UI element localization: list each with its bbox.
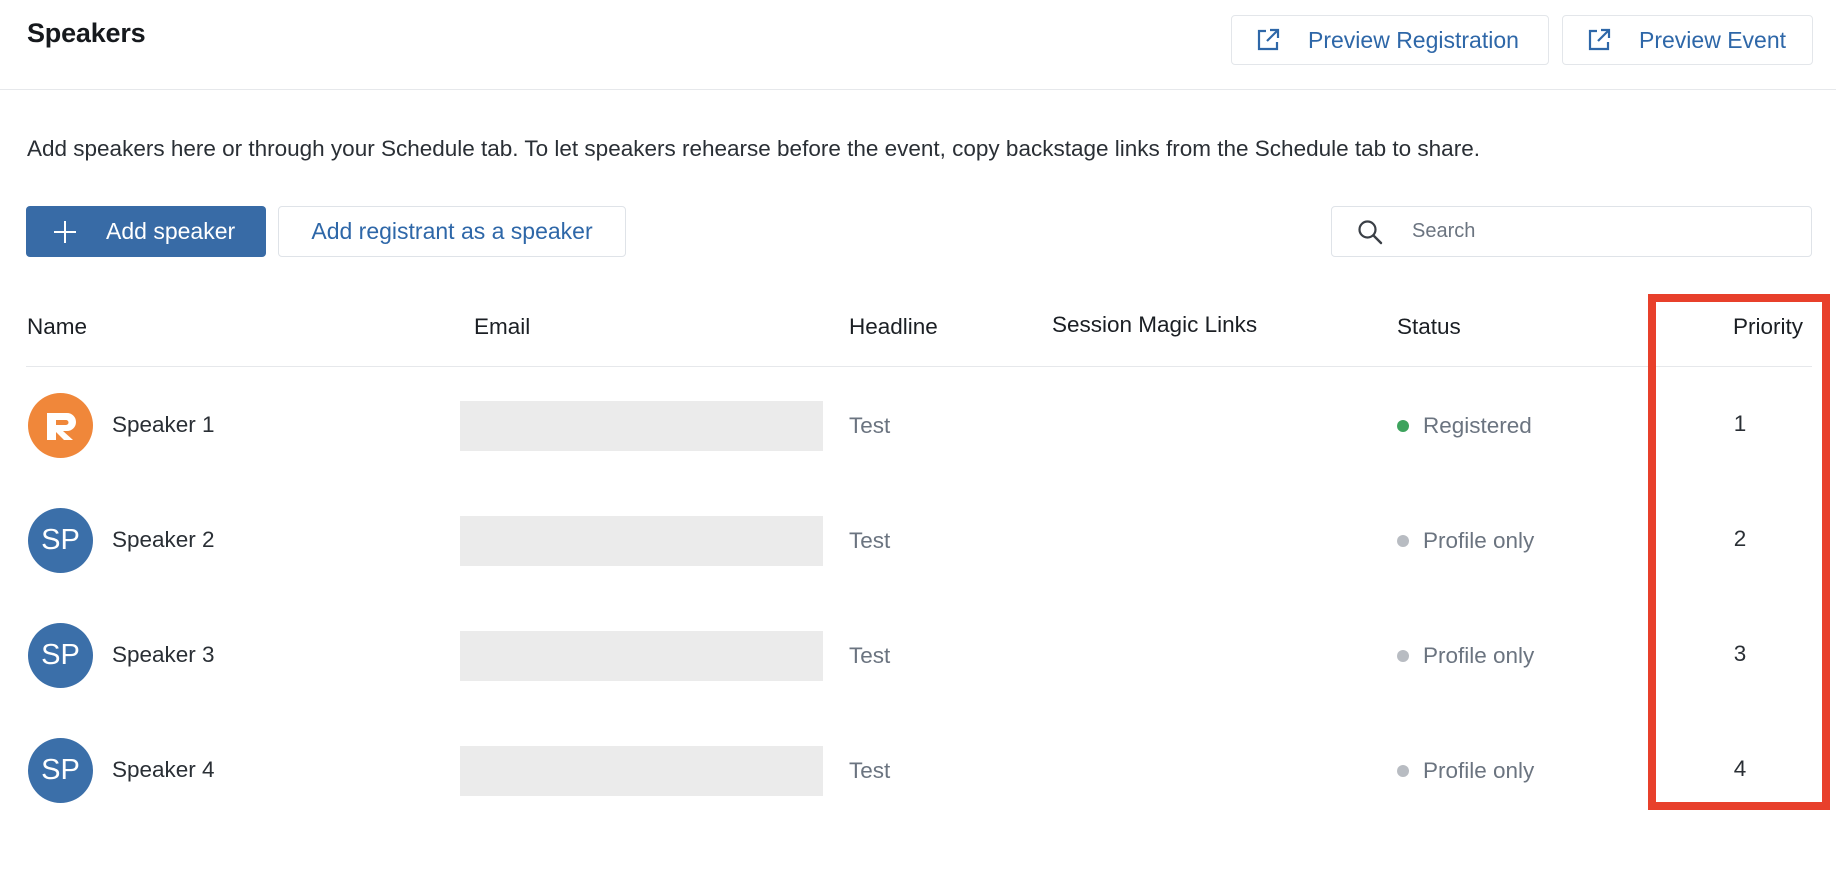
speaker-headline: Test (849, 758, 891, 783)
add-speaker-button[interactable]: Add speaker (26, 206, 266, 257)
avatar: SP (28, 738, 93, 803)
add-registrant-as-speaker-button[interactable]: Add registrant as a speaker (278, 206, 626, 257)
status-dot-icon (1397, 650, 1409, 662)
table-row[interactable]: Speaker 1 Test Registered 1 (0, 391, 1836, 461)
column-header-status[interactable]: Status (1397, 314, 1461, 340)
status-label: Profile only (1423, 758, 1535, 783)
table-row[interactable]: SP Speaker 4 Test Profile only 4 (0, 736, 1836, 806)
email-redacted (460, 401, 823, 451)
priority-value: 1 (1733, 411, 1747, 436)
status-label: Profile only (1423, 528, 1535, 553)
column-header-email[interactable]: Email (474, 314, 530, 340)
speaker-name: Speaker 2 (112, 527, 215, 552)
status-badge: Profile only (1397, 758, 1534, 784)
external-link-icon (1588, 28, 1611, 51)
page-description: Add speakers here or through your Schedu… (27, 136, 1480, 161)
search-icon (1358, 219, 1383, 244)
table-row[interactable]: SP Speaker 3 Test Profile only 3 (0, 621, 1836, 691)
email-redacted (460, 516, 823, 566)
speaker-headline: Test (849, 528, 891, 553)
column-header-headline[interactable]: Headline (849, 314, 938, 340)
page-title: Speakers (27, 18, 146, 48)
preview-event-button[interactable]: Preview Event (1562, 15, 1813, 65)
status-badge: Profile only (1397, 643, 1534, 669)
speaker-name: Speaker 4 (112, 757, 215, 782)
avatar: SP (28, 623, 93, 688)
speaker-name: Speaker 3 (112, 642, 215, 667)
status-label: Profile only (1423, 643, 1535, 668)
preview-event-label: Preview Event (1639, 26, 1787, 53)
search-input[interactable] (1410, 219, 1794, 244)
company-logo-icon (46, 412, 76, 440)
status-label: Registered (1423, 413, 1532, 438)
column-header-priority[interactable]: Priority (1733, 314, 1803, 340)
status-badge: Profile only (1397, 528, 1534, 554)
speaker-name: Speaker 1 (112, 412, 215, 437)
priority-value: 3 (1733, 641, 1747, 666)
plus-icon (54, 220, 76, 243)
add-speaker-label: Add speaker (106, 218, 236, 244)
speaker-headline: Test (849, 643, 891, 668)
preview-registration-button[interactable]: Preview Registration (1231, 15, 1549, 65)
column-header-session-magic-links: Session Magic Links (1052, 312, 1258, 337)
preview-registration-label: Preview Registration (1308, 26, 1519, 53)
header-divider (26, 366, 1812, 367)
search-box[interactable] (1331, 206, 1812, 257)
status-dot-icon (1397, 420, 1409, 432)
table-row[interactable]: SP Speaker 2 Test Profile only 2 (0, 506, 1836, 576)
column-header-name[interactable]: Name (27, 314, 87, 340)
avatar (28, 393, 93, 458)
external-link-icon (1257, 28, 1280, 51)
email-redacted (460, 746, 823, 796)
speaker-headline: Test (849, 413, 891, 438)
status-badge: Registered (1397, 413, 1532, 439)
priority-value: 4 (1733, 756, 1747, 781)
status-dot-icon (1397, 535, 1409, 547)
email-redacted (460, 631, 823, 681)
status-dot-icon (1397, 765, 1409, 777)
avatar: SP (28, 508, 93, 573)
priority-value: 2 (1733, 526, 1747, 551)
top-bar: Speakers Preview Registration Preview Ev… (0, 0, 1836, 90)
